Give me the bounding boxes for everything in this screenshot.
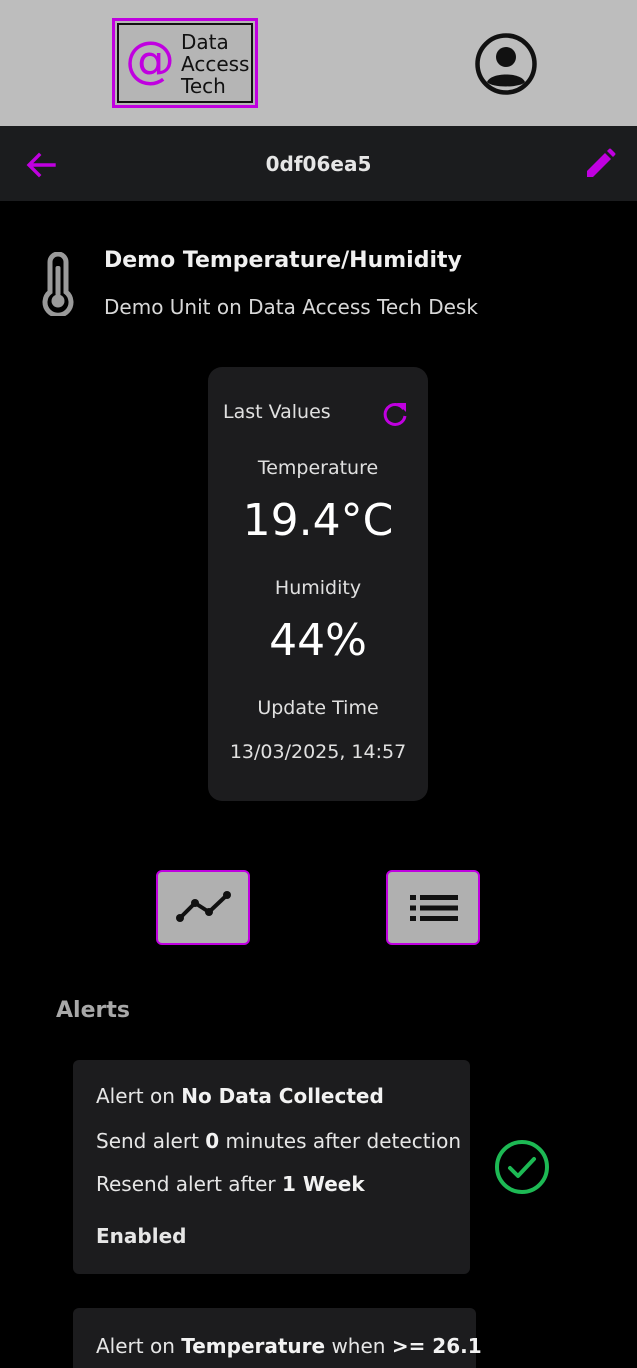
refresh-icon[interactable] <box>381 400 409 428</box>
logo-frame: @ Data Access Tech <box>117 23 253 103</box>
alert-delay-value: 0 <box>205 1129 220 1153</box>
top-header: @ Data Access Tech <box>0 0 637 126</box>
logo-line-3: Tech <box>181 74 226 98</box>
alert-card[interactable]: Alert on No Data Collected Send alert 0 … <box>73 1060 470 1274</box>
alert-condition: Alert on No Data Collected <box>96 1084 384 1108</box>
list-icon <box>410 895 458 921</box>
list-button[interactable] <box>386 870 480 945</box>
chart-button[interactable] <box>156 870 250 945</box>
pencil-icon[interactable] <box>582 146 618 182</box>
logo-at-symbol: @ <box>125 31 175 89</box>
thermometer-icon <box>42 252 74 316</box>
humidity-value: 44% <box>269 615 367 666</box>
alert-condition-value: No Data Collected <box>181 1084 384 1108</box>
alert-delay: Send alert 0 minutes after detection <box>96 1129 461 1153</box>
line-chart-icon <box>176 891 231 922</box>
page-title: 0df06ea5 <box>265 152 372 176</box>
alert-resend-value: 1 Week <box>281 1172 365 1196</box>
check-circle-icon[interactable] <box>494 1139 550 1195</box>
alert-condition-value: Temperature <box>181 1334 326 1358</box>
temperature-value: 19.4°C <box>242 495 394 546</box>
alert-condition: Alert on Temperature when >= 26.1 <box>96 1334 482 1358</box>
alert-card[interactable]: Alert on Temperature when >= 26.1 <box>73 1308 482 1368</box>
device-name: Demo Temperature/Humidity <box>104 248 462 273</box>
humidity-label: Humidity <box>274 577 362 599</box>
alerts-heading: Alerts <box>56 998 130 1023</box>
company-logo[interactable]: @ Data Access Tech <box>112 18 258 108</box>
device-description: Demo Unit on Data Access Tech Desk <box>104 295 478 319</box>
logo-line-1: Data <box>181 30 229 54</box>
update-time-value: 13/03/2025, 14:57 <box>229 741 407 763</box>
temperature-label: Temperature <box>257 457 379 479</box>
nav-bar: 0df06ea5 <box>0 126 637 201</box>
alert-threshold-value: >= 26.1 <box>391 1334 482 1358</box>
alert-resend: Resend alert after 1 Week <box>96 1172 365 1196</box>
logo-text: Data Access Tech <box>181 31 249 97</box>
last-values-heading: Last Values <box>223 401 331 423</box>
alert-status: Enabled <box>96 1224 187 1248</box>
update-time-label: Update Time <box>257 697 379 719</box>
account-circle-icon[interactable] <box>474 32 538 96</box>
logo-line-2: Access <box>181 52 250 76</box>
last-values-card: Last Values Temperature 19.4°C Humidity … <box>208 367 428 801</box>
